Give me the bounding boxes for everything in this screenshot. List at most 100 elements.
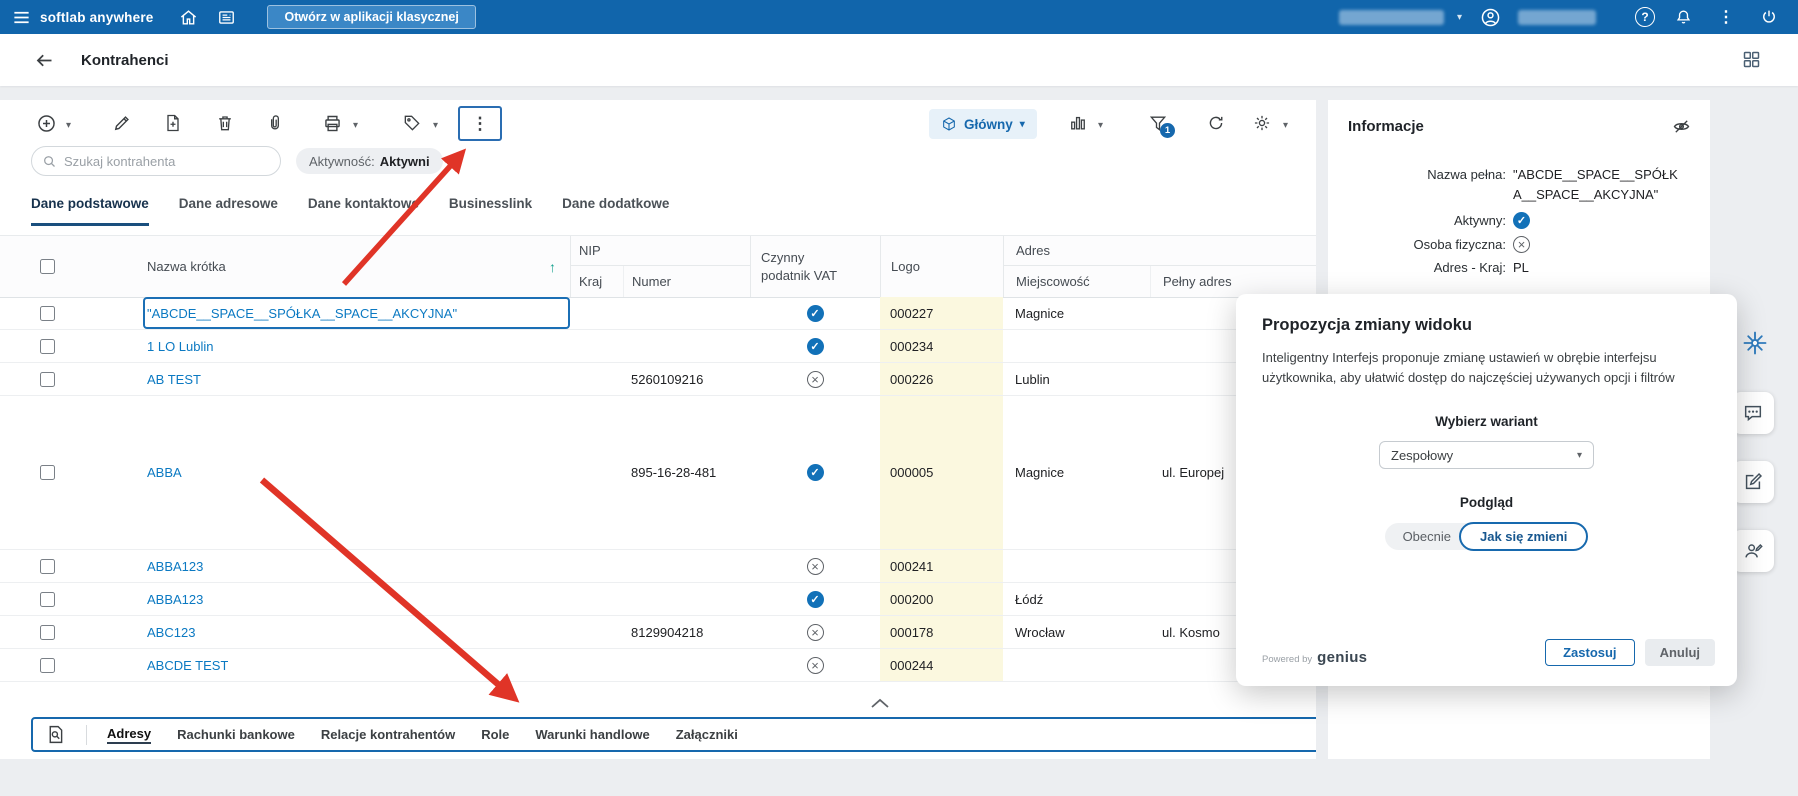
- refresh-icon[interactable]: [1206, 113, 1226, 133]
- row-checkbox[interactable]: [40, 338, 55, 354]
- table-row[interactable]: ABBA123 000200 Łódź: [0, 583, 1316, 616]
- contact-icon[interactable]: [1732, 530, 1774, 572]
- preview-label: Podgląd: [1459, 495, 1514, 511]
- more-options-icon[interactable]: ⋮: [1711, 2, 1741, 32]
- row-checkbox[interactable]: [40, 624, 55, 640]
- ai-sparkle-icon[interactable]: [1738, 326, 1772, 360]
- activity-filter-chip[interactable]: Aktywność: Aktywni: [296, 148, 443, 174]
- row-checkbox[interactable]: [40, 305, 55, 321]
- more-actions-button[interactable]: ⋮: [458, 106, 502, 141]
- edit-icon[interactable]: [112, 113, 132, 133]
- chart-chevron-icon[interactable]: ▾: [1098, 120, 1103, 131]
- news-icon[interactable]: [211, 2, 241, 32]
- table-row[interactable]: ABCDE TEST 000244: [0, 649, 1316, 682]
- select-all-checkbox[interactable]: [40, 259, 55, 274]
- section-tab-rachunki-bankowe[interactable]: Rachunki bankowe: [177, 727, 295, 742]
- cancel-button[interactable]: Anuluj: [1644, 639, 1715, 666]
- table-row[interactable]: ABBA 895-16-28-481 000005 Magnice ul. Eu…: [0, 396, 1316, 550]
- column-header-numer[interactable]: Numer: [623, 266, 750, 297]
- section-tab-zalaczniki[interactable]: Załączniki: [676, 727, 738, 742]
- column-header-podatnik-vat[interactable]: podatnik VAT: [750, 266, 880, 297]
- field-label: Adres - Kraj:: [1433, 260, 1506, 276]
- column-header-name[interactable]: Nazwa krótka ↑: [143, 236, 570, 297]
- notifications-bell-icon[interactable]: [1668, 2, 1698, 32]
- tab-dane-adresowe[interactable]: Dane adresowe: [179, 196, 278, 226]
- dialog-title: Propozycja zmiany widoku: [1262, 316, 1472, 334]
- column-header-nip[interactable]: NIP: [570, 236, 750, 266]
- column-header-adres[interactable]: Adres: [1003, 236, 1316, 266]
- tag-icon[interactable]: [402, 113, 422, 133]
- settings-chevron-icon[interactable]: ▾: [1283, 120, 1288, 131]
- table-row[interactable]: ABBA123 000241: [0, 550, 1316, 583]
- print-icon[interactable]: [322, 113, 343, 134]
- section-tab-warunki-handlowe[interactable]: Warunki handlowe: [535, 727, 649, 742]
- layout-grid-icon[interactable]: [1741, 49, 1762, 70]
- search-input[interactable]: [64, 153, 270, 169]
- table-row[interactable]: "ABCDE__SPACE__SPÓŁKA__SPACE__AKCYJNA" 0…: [0, 297, 1316, 330]
- name-cell[interactable]: ABCDE TEST: [143, 649, 570, 681]
- attachment-icon[interactable]: [265, 113, 285, 133]
- column-header-kraj[interactable]: Kraj: [570, 266, 623, 297]
- column-header-miejscowosc[interactable]: Miejscowość: [1003, 266, 1150, 297]
- user-avatar-icon[interactable]: [1475, 2, 1505, 32]
- tab-dane-podstawowe[interactable]: Dane podstawowe: [31, 196, 149, 226]
- redacted-company-selector[interactable]: [1338, 9, 1444, 25]
- vat-inactive-cross-icon: [806, 656, 824, 674]
- delete-icon[interactable]: [215, 113, 235, 133]
- table-row[interactable]: 1 LO Lublin 000234: [0, 330, 1316, 363]
- tab-businesslink[interactable]: Businesslink: [449, 196, 532, 226]
- segment-changed-button[interactable]: Jak się zmieni: [1458, 522, 1589, 552]
- chart-icon[interactable]: [1068, 113, 1088, 133]
- name-cell[interactable]: ABC123: [143, 616, 570, 648]
- add-chevron-icon[interactable]: ▾: [66, 120, 71, 131]
- add-document-icon[interactable]: [163, 113, 183, 133]
- column-header-pelny-adres[interactable]: Pełny adres: [1150, 266, 1316, 297]
- contractors-list-panel: ▾ ▾ ▾ ⋮ Główny ▾ ▾ 1 ▾ Szukaj kontrahent…: [0, 100, 1316, 759]
- print-chevron-icon[interactable]: ▾: [353, 120, 358, 131]
- back-arrow-icon[interactable]: [34, 50, 55, 71]
- name-cell-focused[interactable]: "ABCDE__SPACE__SPÓŁKA__SPACE__AKCYJNA": [143, 297, 570, 329]
- document-search-icon[interactable]: [45, 724, 66, 745]
- section-tab-adresy[interactable]: Adresy: [107, 726, 152, 744]
- home-icon[interactable]: [173, 2, 203, 32]
- edit-note-icon[interactable]: [1732, 461, 1774, 503]
- help-icon[interactable]: ?: [1635, 7, 1655, 27]
- apply-button[interactable]: Zastosuj: [1545, 639, 1635, 666]
- view-change-proposal-dialog: Propozycja zmiany widoku Inteligentny In…: [1236, 294, 1737, 686]
- top-app-bar: softlab anywhere Otwórz w aplikacji klas…: [0, 0, 1798, 34]
- tab-dane-kontaktowe[interactable]: Dane kontaktowe: [308, 196, 419, 226]
- divider: [86, 724, 87, 745]
- logout-power-icon[interactable]: [1754, 2, 1784, 32]
- row-checkbox[interactable]: [40, 591, 55, 607]
- name-cell[interactable]: ABBA123: [143, 583, 570, 615]
- name-cell[interactable]: 1 LO Lublin: [143, 330, 570, 362]
- hide-panel-eye-off-icon[interactable]: [1671, 116, 1692, 137]
- table-row[interactable]: ABC123 8129904218 000178 Wrocław ul. Kos…: [0, 616, 1316, 649]
- filter-icon[interactable]: 1: [1148, 113, 1175, 138]
- name-cell[interactable]: ABBA123: [143, 550, 570, 582]
- search-field[interactable]: [31, 146, 281, 176]
- vat-active-check-icon: [806, 590, 824, 608]
- hamburger-menu-icon[interactable]: [6, 2, 36, 32]
- column-header-czynny[interactable]: Czynny: [750, 236, 880, 266]
- row-checkbox[interactable]: [40, 465, 55, 480]
- chat-icon[interactable]: [1732, 392, 1774, 434]
- view-selector-button[interactable]: Główny ▾: [929, 109, 1037, 139]
- chevron-down-icon[interactable]: ▾: [1457, 12, 1462, 23]
- settings-gear-icon[interactable]: [1252, 113, 1272, 133]
- tab-dane-dodatkowe[interactable]: Dane dodatkowe: [562, 196, 669, 226]
- section-tab-role[interactable]: Role: [481, 727, 509, 742]
- open-classic-app-button[interactable]: Otwórz w aplikacji klasycznej: [267, 5, 476, 29]
- name-cell[interactable]: ABBA: [143, 396, 570, 549]
- tag-chevron-icon[interactable]: ▾: [433, 120, 438, 131]
- collapse-chevron-up-icon[interactable]: [868, 696, 892, 710]
- add-icon[interactable]: [36, 113, 57, 134]
- section-tab-relacje-kontrahentow[interactable]: Relacje kontrahentów: [321, 727, 455, 742]
- row-checkbox[interactable]: [40, 558, 55, 574]
- row-checkbox[interactable]: [40, 657, 55, 673]
- table-row[interactable]: AB TEST 5260109216 000226 Lublin: [0, 363, 1316, 396]
- name-cell[interactable]: AB TEST: [143, 363, 570, 395]
- row-checkbox[interactable]: [40, 371, 55, 387]
- column-header-logo[interactable]: Logo: [880, 236, 1003, 297]
- variant-select[interactable]: Zespołowy ▾: [1379, 441, 1594, 470]
